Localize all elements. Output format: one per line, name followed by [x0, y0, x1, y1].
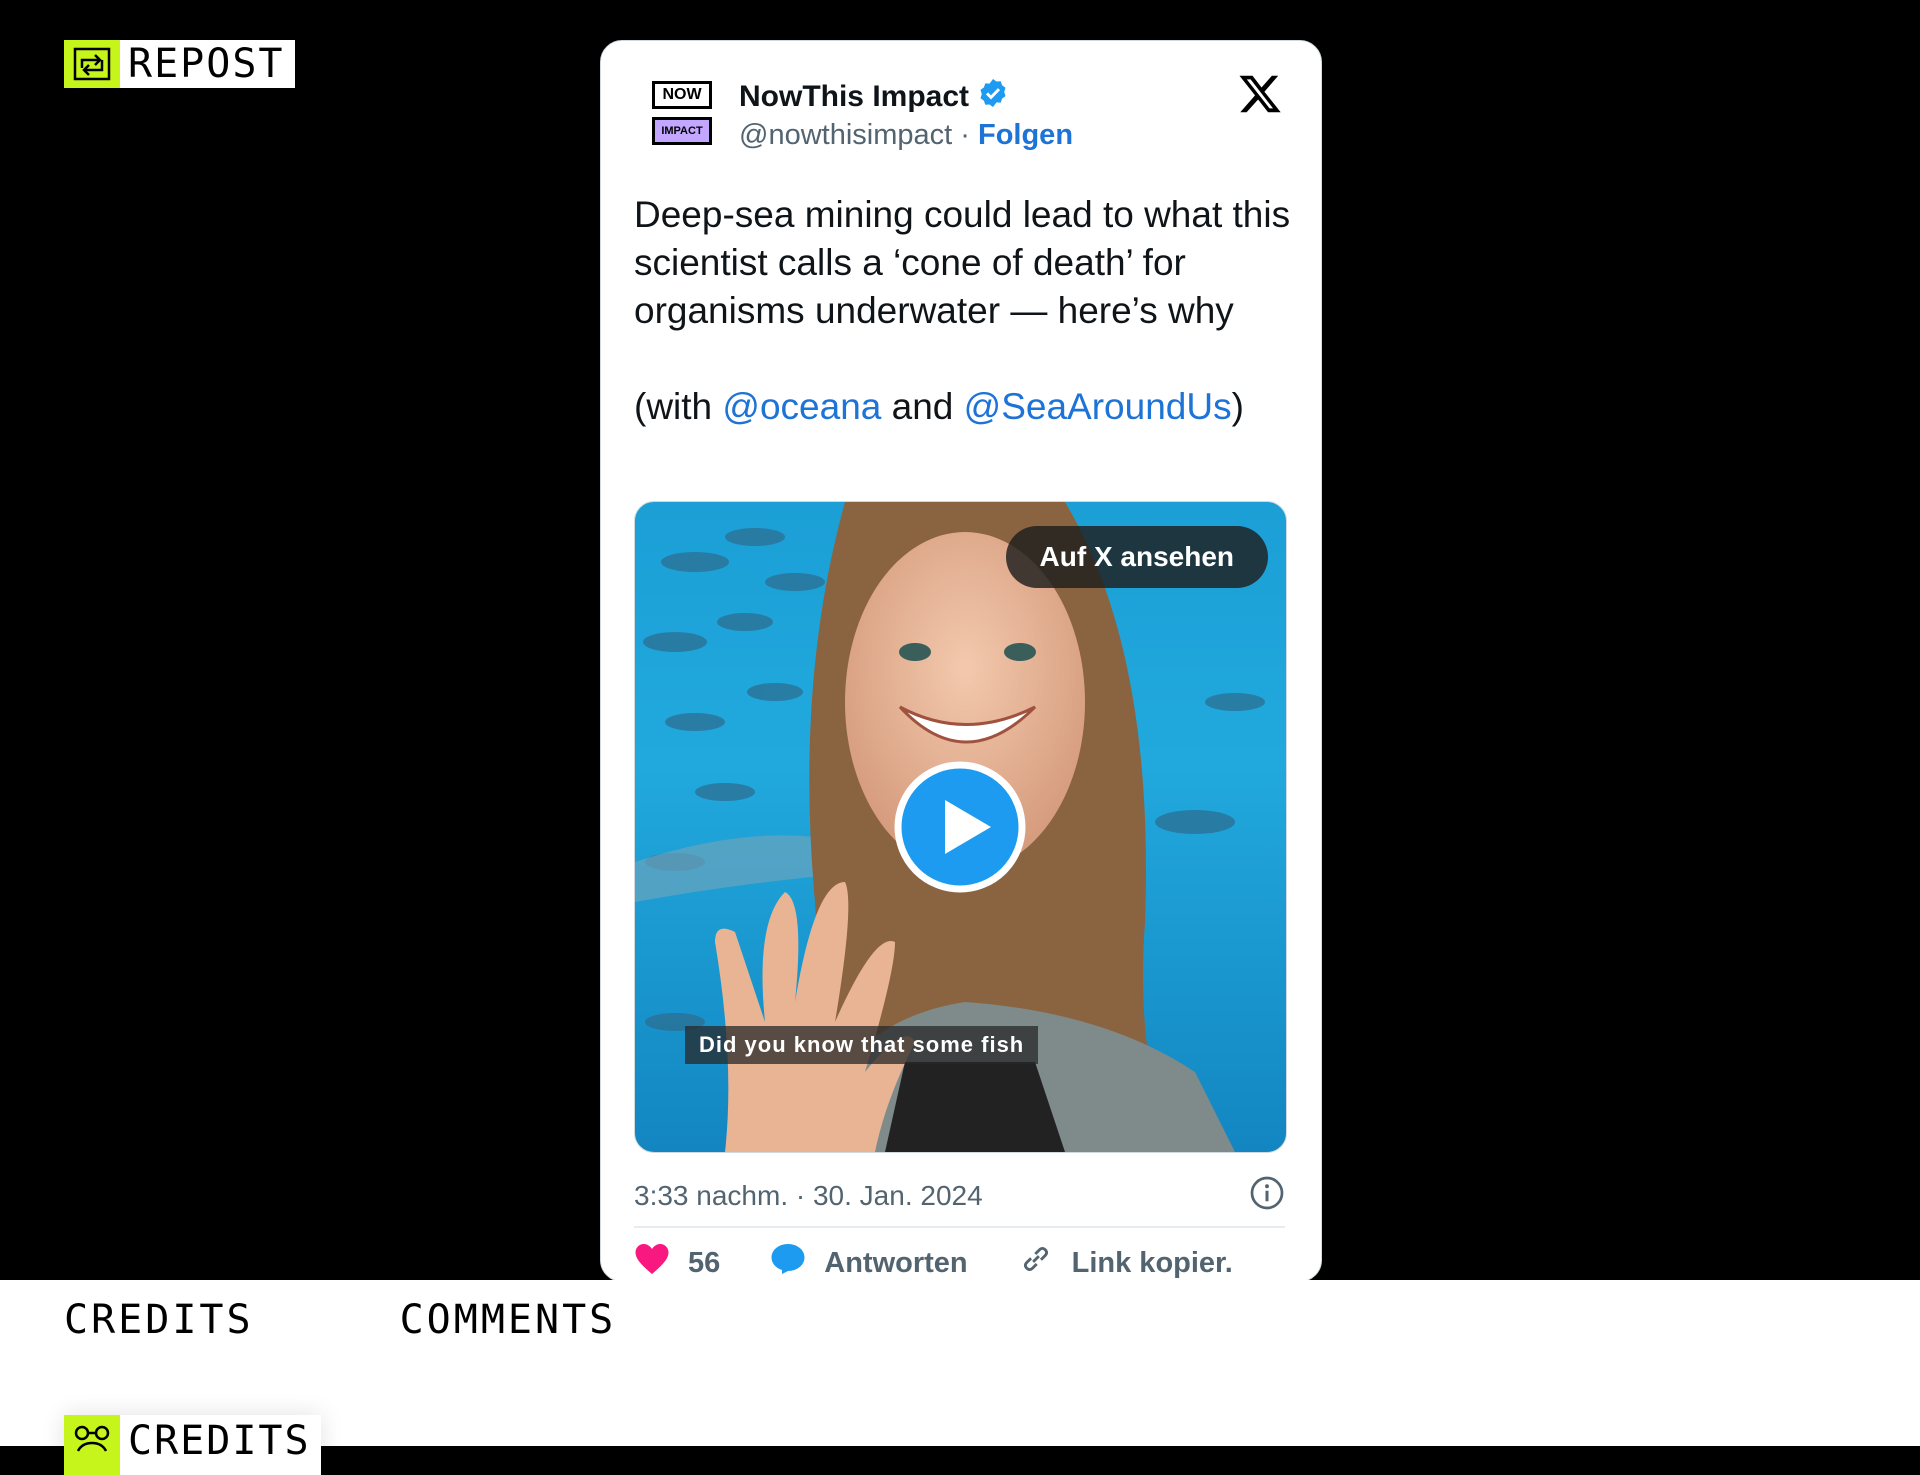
- copy-link-label: Link kopier.: [1071, 1246, 1233, 1279]
- tweet-actions: 56 Antworten Link kopier.: [634, 1241, 1285, 1281]
- reply-label: Antworten: [824, 1246, 968, 1279]
- credits-icon: [64, 1415, 120, 1475]
- account-name-row[interactable]: NowThis Impact: [739, 77, 1009, 117]
- avatar-impact-text: IMPACT: [652, 117, 712, 145]
- tweet-mentions-line: (with @oceana and @SeaAroundUs): [634, 383, 1294, 431]
- mention-seaaroundus[interactable]: @SeaAroundUs: [964, 386, 1232, 427]
- tweet-timestamp[interactable]: 3:33 nachm. · 30. Jan. 2024: [634, 1180, 983, 1212]
- tweet-body: Deep-sea mining could lead to what this …: [634, 194, 1291, 331]
- reply-button[interactable]: Antworten: [770, 1242, 968, 1281]
- tweet-header: NOW IMPACT NowThis Impact @nowthisimpact…: [601, 41, 1321, 161]
- verified-badge-icon: [977, 77, 1009, 117]
- bottom-panel: CREDITS COMMENTS CREDITS: [0, 1280, 1920, 1475]
- account-name[interactable]: NowThis Impact: [739, 80, 969, 114]
- tweet-text: Deep-sea mining could lead to what this …: [634, 191, 1294, 431]
- close-paren: ): [1231, 386, 1244, 427]
- tab-credits[interactable]: CREDITS: [64, 1300, 254, 1340]
- and-text: and: [881, 386, 964, 427]
- credits-tag-label: CREDITS: [128, 1418, 311, 1464]
- like-button[interactable]: 56: [634, 1242, 721, 1281]
- follow-button[interactable]: Folgen: [978, 119, 1073, 151]
- copy-link-button[interactable]: Link kopier.: [1018, 1242, 1233, 1281]
- repost-icon: [64, 40, 120, 88]
- tweet-meta: 3:33 nachm. · 30. Jan. 2024: [634, 1171, 1285, 1221]
- link-icon: [1018, 1242, 1054, 1281]
- avatar-now-text: NOW: [652, 81, 712, 109]
- tab-comments[interactable]: COMMENTS: [400, 1300, 617, 1340]
- x-logo-icon[interactable]: [1237, 71, 1283, 117]
- account-avatar[interactable]: NOW IMPACT: [652, 81, 712, 145]
- video-thumbnail[interactable]: Auf X ansehen Did you know that some fis…: [634, 501, 1287, 1153]
- tweet-embed[interactable]: NOW IMPACT NowThis Impact @nowthisimpact…: [600, 40, 1322, 1282]
- account-handle-row: @nowthisimpact · Folgen: [739, 119, 1073, 152]
- repost-label: REPOST: [128, 41, 285, 87]
- with-prefix: (with: [634, 386, 723, 427]
- credits-tag: CREDITS: [64, 1415, 321, 1475]
- repost-tag: REPOST: [64, 40, 295, 88]
- handle-separator: ·: [960, 119, 970, 151]
- reply-bubble-icon: [770, 1242, 806, 1281]
- watch-on-x-button[interactable]: Auf X ansehen: [1005, 526, 1268, 588]
- meta-divider: [634, 1226, 1285, 1228]
- bottom-tabs: CREDITS COMMENTS: [64, 1300, 616, 1340]
- mention-oceana[interactable]: @oceana: [722, 386, 881, 427]
- account-handle[interactable]: @nowthisimpact: [739, 119, 952, 151]
- play-icon[interactable]: [893, 760, 1027, 894]
- video-caption: Did you know that some fish: [685, 1026, 1039, 1064]
- like-count: 56: [688, 1246, 721, 1279]
- heart-icon: [634, 1242, 670, 1281]
- info-icon[interactable]: [1249, 1175, 1285, 1218]
